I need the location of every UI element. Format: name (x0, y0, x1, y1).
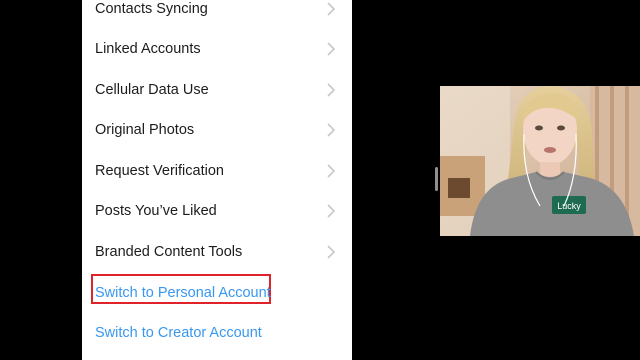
settings-item-cellular-data-use[interactable]: Cellular Data Use (82, 70, 352, 110)
settings-item-label: Original Photos (95, 122, 195, 138)
chevron-right-icon (327, 123, 336, 137)
settings-panel: Contacts Syncing Linked Accounts Cellula… (82, 0, 352, 360)
webcam-overlay: Lucky (440, 86, 640, 236)
settings-item-linked-accounts[interactable]: Linked Accounts (82, 29, 352, 69)
chevron-right-icon (327, 83, 336, 97)
settings-item-request-verification[interactable]: Request Verification (82, 151, 352, 191)
settings-item-label: Cellular Data Use (95, 82, 209, 98)
chevron-right-icon (327, 42, 336, 56)
chevron-right-icon (327, 164, 336, 178)
settings-item-label: Branded Content Tools (95, 244, 243, 260)
settings-item-label: Contacts Syncing (95, 1, 208, 17)
switch-to-personal-account-link[interactable]: Switch to Personal Account (82, 273, 352, 313)
chevron-right-icon (327, 2, 336, 16)
chevron-right-icon (327, 204, 336, 218)
settings-item-original-photos[interactable]: Original Photos (82, 110, 352, 150)
settings-item-branded-content-tools[interactable]: Branded Content Tools (82, 232, 352, 272)
scroll-indicator (435, 167, 438, 191)
switch-to-personal-account-label: Switch to Personal Account (95, 285, 271, 301)
settings-item-label: Linked Accounts (95, 41, 201, 57)
switch-to-creator-account-link[interactable]: Switch to Creator Account (82, 313, 352, 353)
chevron-right-icon (327, 245, 336, 259)
webcam-video-frame: Lucky (440, 86, 640, 236)
settings-item-posts-liked[interactable]: Posts You’ve Liked (82, 191, 352, 231)
shirt-lucky-text: Lucky (557, 201, 581, 211)
settings-item-label: Posts You’ve Liked (95, 203, 217, 219)
switch-to-creator-account-label: Switch to Creator Account (95, 325, 262, 341)
settings-item-contacts-syncing[interactable]: Contacts Syncing (82, 0, 352, 29)
settings-item-label: Request Verification (95, 163, 224, 179)
